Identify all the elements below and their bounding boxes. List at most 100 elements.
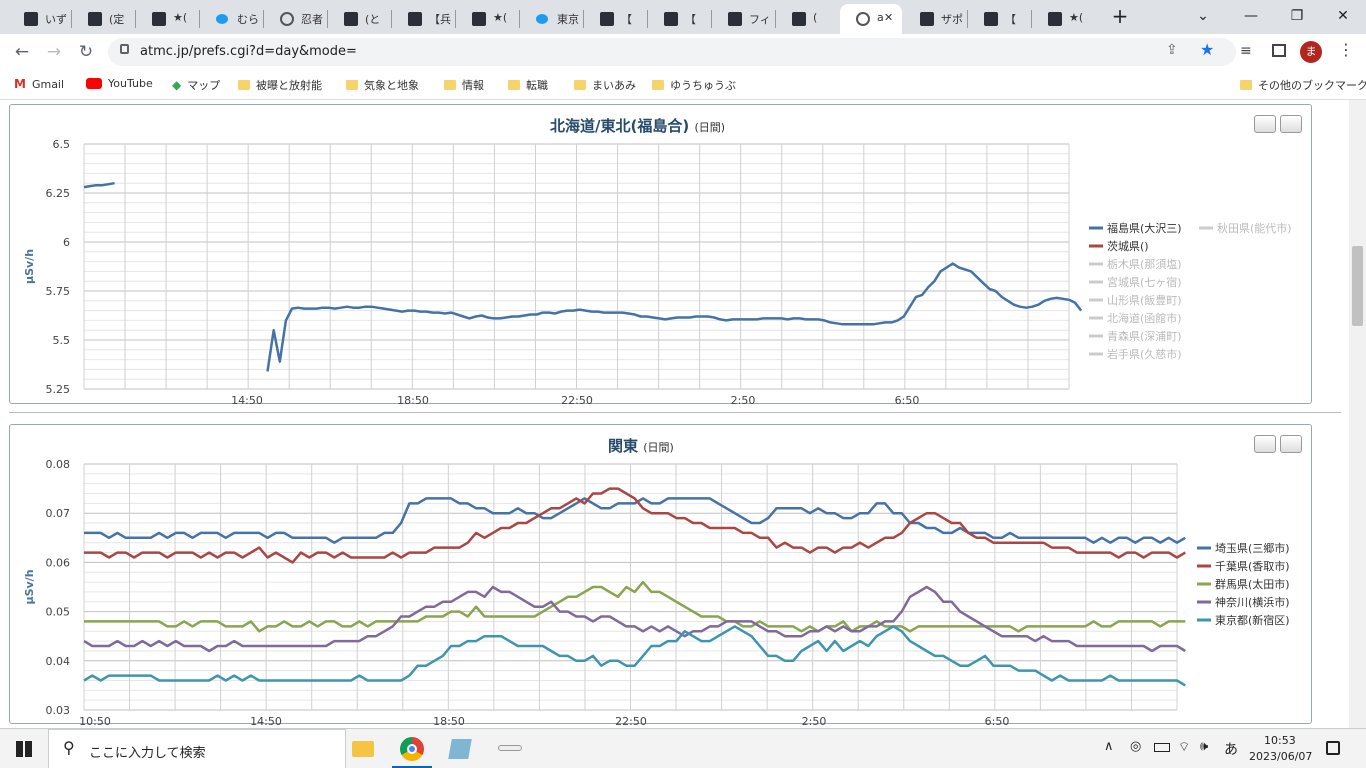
tab[interactable]: 【 [968,4,1030,34]
clock-date[interactable]: 2023/06/07 [1249,750,1312,763]
y-tick-label: 0.07 [46,507,71,520]
legend-item: 神奈川(横浜市) [1215,595,1290,609]
tab[interactable]: 【 [584,4,646,34]
app-icon[interactable] [448,739,472,759]
y-tick-label: 0.04 [46,655,71,668]
tab-title: ★( [173,11,188,24]
tab[interactable]: ★( [456,4,518,34]
close-window-button[interactable]: ✕ [1320,0,1366,32]
tab-title: いず [45,13,67,26]
dark-square-icon [88,12,102,26]
tab[interactable]: 忍者 [264,4,326,34]
x-tick-label: 22:50 [561,394,593,404]
tab-title: フィラ [749,13,771,26]
back-icon[interactable]: ← [10,41,34,63]
legend-item: 宮城県(七ヶ宿) [1107,275,1182,289]
ime-indicator[interactable]: あ [1224,739,1238,759]
x-tick-label: 10:50 [79,715,111,728]
dark-square-icon [984,12,998,26]
bookmark-item[interactable]: 気象と地象 [346,77,419,93]
tab-title: ★( [1069,11,1084,24]
legend-item: 茨城県() [1107,239,1149,253]
app-icon[interactable] [498,745,522,751]
legend-item: 北海道(函館市) [1107,311,1182,325]
dark-square-icon [344,12,358,26]
minimize-button[interactable]: — [1228,0,1274,32]
address-bar[interactable]: atmc.jp/prefs.cgi?d=day&mode= ⇪ ★ [108,38,1236,66]
lock-icon [120,44,129,54]
taskbar: ⚲ ここに入力して検索 ∧ ◎ ⌔ 🕪 あ 10:53 2023/06/07 [0,728,1366,768]
tab[interactable]: 【 [648,4,710,34]
chart-kanto: 0.08 0.07 0.06 0.05 0.04 0.03 µSv/h 10:50 14:50 1… [23,458,1290,728]
reload-icon[interactable]: ↻ [74,41,98,63]
tab[interactable]: いず [8,4,70,34]
bookmark-item[interactable]: M Gmail [14,77,64,91]
tab-title: ザポ [941,13,963,26]
tab[interactable]: ★( [136,4,198,34]
tab-title: 【 [685,13,696,26]
tab[interactable]: (と [328,4,390,34]
gmail-icon: M [14,77,26,91]
network-icon[interactable]: ◎ [1130,739,1141,754]
folder-icon [574,80,586,90]
tab-title: (と [365,13,381,26]
tab[interactable]: 東京 [520,4,582,34]
maximize-button[interactable]: ❐ [1274,0,1320,32]
forward-icon[interactable]: → [42,41,66,63]
tab[interactable]: フィラ [712,4,774,34]
tab[interactable]: むらこ [200,4,262,34]
bookmark-star-icon[interactable]: ★ [1200,40,1214,59]
folder-icon [444,80,456,90]
taskbar-search[interactable]: ⚲ ここに入力して検索 [48,729,346,768]
tab-search-icon[interactable]: ⌄ [1180,0,1226,32]
youtube-icon [86,78,102,89]
bookmark-item[interactable]: ◆ マップ [172,77,220,93]
dark-square-icon [728,12,742,26]
chrome-icon[interactable] [400,737,424,761]
close-tab-icon[interactable]: ✕ [884,11,893,24]
windows-start-icon[interactable] [16,741,32,757]
series-line [83,181,1083,372]
bookmark-item[interactable]: 被曝と放射能 [238,77,322,93]
notification-icon[interactable] [1326,741,1340,755]
volume-icon[interactable]: 🕪 [1200,739,1208,754]
bookmark-item[interactable]: 転職 [508,77,548,93]
other-bookmarks[interactable]: その他のブックマーク [1240,77,1366,93]
media-icon[interactable]: ≡ [1240,43,1252,59]
menu-icon[interactable]: ⋮ [1338,40,1354,59]
scrollbar[interactable] [1349,100,1366,728]
share-icon[interactable]: ⇪ [1166,42,1178,58]
bookmark-item[interactable]: 情報 [444,77,484,93]
bookmark-item[interactable]: まいあみ [574,77,636,93]
dark-square-icon [920,12,934,26]
legend-item: 東京都(新宿区) [1215,613,1290,627]
twitter-icon [216,14,228,24]
new-tab-button[interactable]: + [1097,0,1143,32]
tab[interactable]: ( [776,4,838,34]
file-explorer-icon[interactable] [352,741,374,757]
tab-strip: ⌄ — ❐ ✕ + いず (定 ★(むらこ 忍者 (と 【兵 ★(東京 【 【 フィラ (a✕ ザポ 【… [0,0,1366,34]
dark-square-icon [664,12,678,26]
folder-icon [238,80,250,90]
bookmark-item[interactable]: ゆうちゅうぶ [652,77,736,93]
scrollbar-thumb[interactable] [1352,246,1363,326]
legend-item: 秋田県(能代市) [1217,221,1292,235]
side-panel-icon[interactable] [1272,44,1286,57]
bookmark-item[interactable]: YouTube [86,77,153,90]
tab[interactable]: ザポ [904,4,966,34]
wifi-icon[interactable]: ⌔ [1178,739,1190,755]
chevron-up-icon[interactable]: ∧ [1104,739,1114,754]
x-tick-label: 22:50 [615,715,647,728]
series-line [84,580,1186,633]
clock-time[interactable]: 10:53 [1264,734,1296,747]
battery-icon[interactable] [1154,743,1170,752]
bookmark-label: ゆうちゅうぶ [670,79,736,92]
tab[interactable]: a ✕ [840,4,902,34]
tab-title: 東京 [557,13,579,26]
x-tick-label: 14:50 [231,394,263,404]
tab[interactable]: ★( [1032,4,1094,34]
tab[interactable]: (定 [72,4,134,34]
legend-item: 埼玉県(三郷市) [1215,541,1290,555]
tab[interactable]: 【兵 [392,4,454,34]
avatar[interactable]: ま [1300,41,1322,63]
